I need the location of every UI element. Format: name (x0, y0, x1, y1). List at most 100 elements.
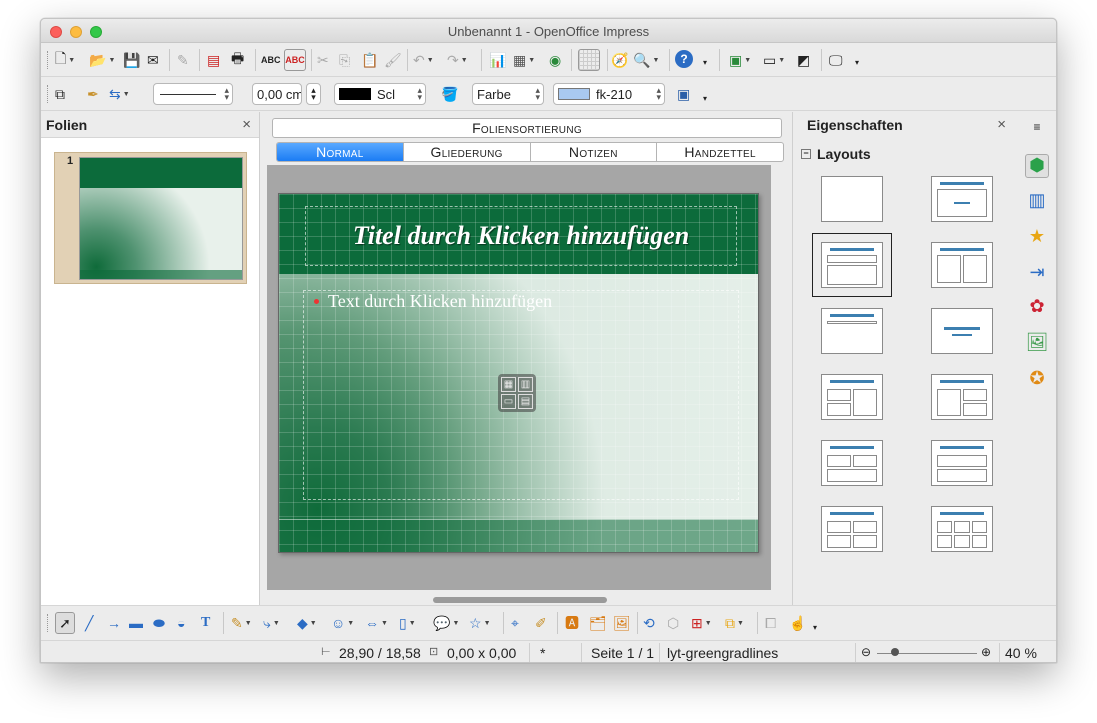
area-style-select[interactable]: Farbe ▴ ▾ (472, 83, 544, 105)
area-color-select[interactable]: fk-210 ▴ ▾ (553, 83, 665, 105)
master-pages-icon[interactable]: ▥ (1025, 190, 1049, 214)
line-width-stepper[interactable]: ▴ ▾ (306, 83, 321, 105)
display-views-icon[interactable]: ◉ (549, 51, 561, 69)
line-color-select[interactable]: Scl ▴ ▾ (334, 83, 426, 105)
collapse-icon[interactable]: − (801, 149, 811, 159)
shadow-toggle-icon[interactable]: ⧠ (765, 614, 776, 632)
redo-icon[interactable]: ↷ ▼ (447, 51, 468, 69)
navigator-icon[interactable]: ✪ (1025, 368, 1049, 392)
right-splitter[interactable] (784, 112, 792, 605)
new-slide-icon[interactable]: ▣ ▼ (729, 51, 751, 69)
insert-image-icon[interactable]: ▭ (501, 394, 516, 409)
text-tool-icon[interactable]: T (201, 614, 210, 632)
slide-layout-icon[interactable]: ▭ ▼ (763, 51, 785, 69)
layout-4content[interactable] (821, 506, 883, 552)
status-modified[interactable]: * (540, 645, 545, 661)
edit-file-icon[interactable]: ✎ (177, 51, 189, 69)
layout-6content[interactable] (931, 506, 993, 552)
table-icon[interactable]: ▦ ▼ (513, 51, 535, 69)
layout-title-two-columns[interactable] (931, 242, 993, 288)
styles-icon[interactable]: ✿ (1025, 296, 1049, 320)
cut-icon[interactable]: ✂ (317, 51, 329, 69)
title-placeholder[interactable]: Titel durch Klicken hinzufügen (305, 206, 737, 266)
properties-deck-icon[interactable]: ⬢ (1025, 154, 1049, 178)
slide-thumbnail[interactable] (79, 157, 243, 280)
layout-content-over-content[interactable] (931, 440, 993, 486)
print-icon[interactable]: 🖶 (231, 50, 244, 69)
copy-icon[interactable]: ⎘ (339, 51, 350, 69)
open-folder-icon[interactable]: 📂 ▼ (89, 51, 115, 69)
rectangle-tool-icon[interactable]: ▬ (129, 614, 143, 632)
arrow-style-icon[interactable]: ⇆ ▼ (109, 85, 130, 103)
close-icon[interactable]: × (997, 116, 1006, 133)
navigator-icon[interactable]: 🧭 (611, 51, 628, 69)
tab-notes[interactable]: Notizen (531, 143, 658, 161)
curve-tool-icon[interactable]: ◒ (177, 614, 185, 632)
basic-shapes-icon[interactable]: ◆ ▼ (297, 614, 317, 632)
tab-normal[interactable]: Normal (277, 143, 404, 161)
arrange-icon[interactable]: ⧉ ▼ (725, 614, 744, 632)
alignment-icon[interactable]: ⊞ ▼ (691, 614, 712, 632)
fontwork-icon[interactable]: 🅰 (565, 614, 579, 632)
insert-chart-icon[interactable]: ▥ (518, 377, 533, 392)
zoom-slider-thumb[interactable] (891, 648, 899, 656)
insert-video-icon[interactable]: ▤ (518, 394, 533, 409)
close-icon[interactable]: × (242, 116, 251, 133)
rotate-icon[interactable]: ⟲ (643, 614, 655, 632)
toolbar-grip[interactable] (47, 51, 50, 69)
save-icon[interactable]: 💾 (123, 51, 140, 69)
layout-title-only[interactable] (821, 308, 883, 354)
status-zoom[interactable]: 40 % (1005, 645, 1037, 661)
from-file-icon[interactable]: 🗂 (589, 614, 607, 632)
block-arrows-icon[interactable]: ⇔ ▼ (365, 614, 388, 632)
zoom-icon[interactable]: 🔍 ▼ (633, 51, 659, 69)
undo-icon[interactable]: ↶ ▼ (413, 51, 434, 69)
toolbar-grip[interactable] (47, 614, 50, 632)
slide-transition-icon[interactable]: ⇥ (1025, 262, 1049, 286)
points-icon[interactable]: ⌖ (511, 614, 519, 632)
layout-centered-text[interactable] (931, 308, 993, 354)
select-pointer-icon[interactable]: ➚ (55, 612, 75, 634)
new-document-icon[interactable]: 🗋 ▼ (55, 50, 75, 69)
line-tool-icon[interactable]: ╱ (85, 614, 93, 632)
select-style-icon[interactable]: ⧉ (55, 85, 65, 103)
paste-icon[interactable]: 📋 (361, 51, 378, 69)
stars-icon[interactable]: ☆ ▼ (469, 614, 491, 632)
slide[interactable]: Titel durch Klicken hinzufügen Text durc… (278, 193, 759, 553)
interaction-icon[interactable]: ☝ (789, 614, 806, 632)
zoom-in-icon[interactable]: ⊕ (981, 645, 991, 659)
layout-title-content[interactable] (931, 176, 993, 222)
auto-spellcheck-icon[interactable]: ABC (284, 49, 306, 71)
toolbar-overflow-icon[interactable]: ▾ (703, 53, 707, 71)
layout-2content-over-content[interactable] (821, 440, 883, 486)
zoom-out-icon[interactable]: ⊖ (861, 645, 871, 659)
area-fill-icon[interactable]: 🪣 (441, 85, 458, 103)
arrow-tool-icon[interactable]: → (107, 614, 121, 632)
export-pdf-icon[interactable]: ▤ (207, 51, 220, 69)
extrusion-icon[interactable]: ⬡ (667, 614, 679, 632)
toolbar-grip[interactable] (47, 85, 50, 103)
show-grid-icon[interactable] (578, 49, 600, 71)
gallery-icon[interactable]: 🖼 (1025, 332, 1049, 356)
custom-animation-icon[interactable]: ★ (1025, 226, 1049, 250)
help-icon[interactable]: ? (675, 50, 693, 68)
symbol-shapes-icon[interactable]: ☺ ▼ (331, 614, 354, 632)
insert-table-icon[interactable]: ▦ (501, 377, 516, 392)
layout-content-and-2content[interactable] (931, 374, 993, 420)
callouts-icon[interactable]: 💬 ▼ (433, 614, 459, 632)
line-icon[interactable]: ✒ (87, 85, 99, 103)
toolbar-overflow-icon-3[interactable]: ▾ (703, 89, 707, 107)
tab-handout[interactable]: Handzettel (657, 143, 783, 161)
glue-points-icon[interactable]: ✐ (535, 614, 547, 632)
chart-icon[interactable]: 📊 (489, 51, 506, 69)
toolbar-overflow-icon-4[interactable]: ▾ (813, 618, 817, 636)
horizontal-scrollbar[interactable] (433, 597, 607, 603)
shadow-icon[interactable]: ▣ (677, 85, 690, 103)
layout-2content-and-content[interactable] (821, 374, 883, 420)
slide-thumbnail-item[interactable]: 1 (54, 152, 247, 284)
toolbar-overflow-icon-2[interactable]: ▾ (855, 53, 859, 71)
format-paintbrush-icon[interactable]: 🖌 (384, 51, 402, 69)
connector-icon[interactable]: ⤷ ▼ (263, 614, 280, 632)
tab-slide-sorter[interactable]: Foliensortierung (272, 118, 782, 138)
line-style-select[interactable]: ▴ ▾ (153, 83, 233, 105)
